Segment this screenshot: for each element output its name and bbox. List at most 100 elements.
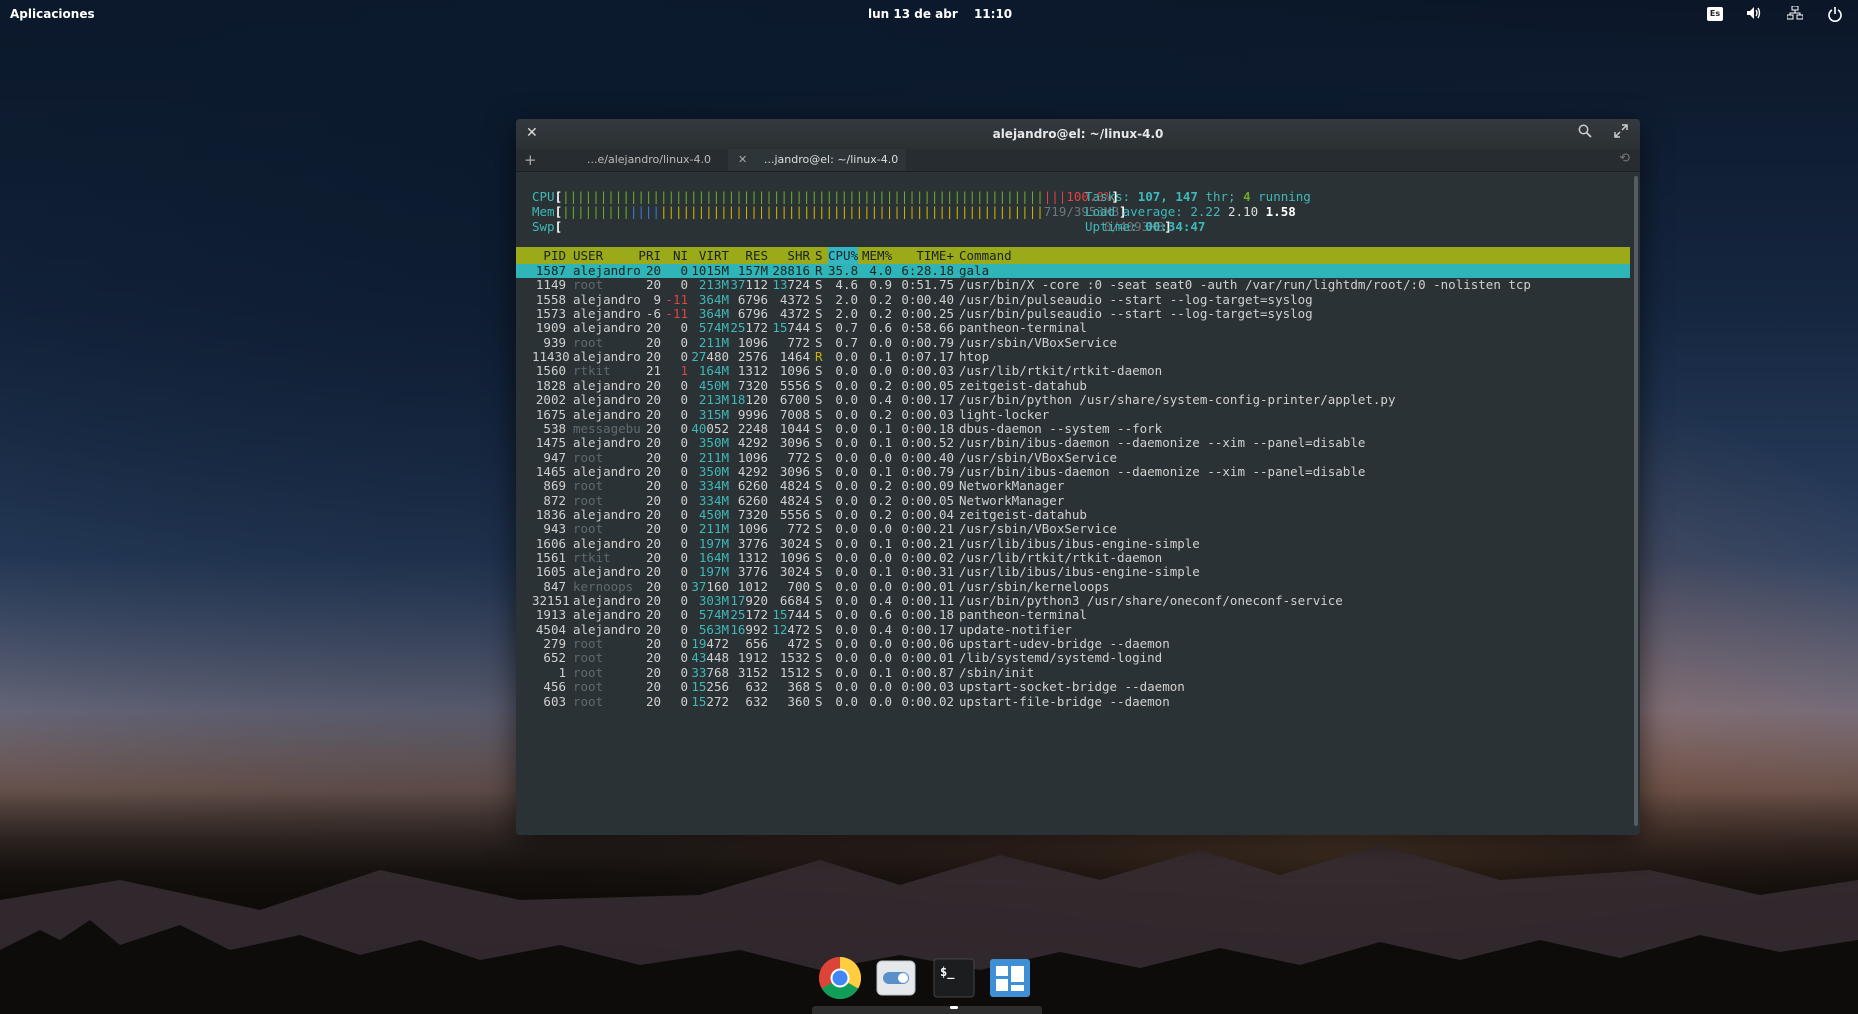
cell-cmd: /usr/bin/python /usr/share/system-config… [959, 392, 1396, 408]
process-row[interactable]: 32151 alejandro 20 0 303M 17920 6684 S 0.0 0.4 0:0… [516, 594, 1630, 608]
uptime-value: 00:34:47 [1145, 219, 1206, 234]
process-row[interactable]: 603 root 20 0 15272 632 360 S 0.0 0.0 0:00.02 upsta… [516, 694, 1630, 709]
network-icon[interactable] [1786, 5, 1804, 22]
load-5: 2.10 [1228, 204, 1259, 219]
process-row[interactable]: 1560 rtkit 21 1 164M 1312 1096 S 0.0 0.0 0:00.03/u… [516, 364, 1630, 378]
cell-virt: 350M [698, 435, 729, 451]
process-row[interactable]: 1606 alejandro 20 0 197M 3776 3024 S 0.0 0.1 0:00.… [516, 535, 1630, 551]
cell-time: 0:00.06 [901, 636, 954, 652]
cell-pid: 1149 [535, 277, 566, 293]
volume-icon[interactable] [1745, 6, 1763, 22]
process-row[interactable]: 1 root 20 0 33768 3152 1512 S 0.0 0.1 0:00.87/sbin… [516, 664, 1630, 680]
applications-menu[interactable]: Aplicaciones [10, 7, 95, 21]
cpu-label: CPU [532, 189, 555, 204]
column-header-pri[interactable]: PRI [634, 247, 661, 264]
process-row[interactable]: 847 kernoops 20 0 37160 1012 700 S 0.0 0.0 0:00.01… [516, 579, 1630, 594]
keyboard-layout-icon[interactable]: Es [1707, 7, 1723, 21]
cell-pri: 20 [645, 435, 661, 451]
cell-virt: 364M [698, 306, 729, 322]
column-header-cpu[interactable]: CPU% [828, 247, 858, 264]
cell-shr: 28816 [772, 263, 810, 278]
process-row[interactable]: 939 root 20 0 211M 1096 772 S 0.7 0.0 0:00.79/usr/… [516, 334, 1630, 350]
process-row[interactable]: 2002 alejandro 20 0 213M 18120 6700 S 0.0 0.4 0:00… [516, 393, 1630, 407]
process-row[interactable]: 1561 rtkit 20 0 164M 1312 1096 S 0.0 0.0 0:00.02/u… [516, 551, 1630, 565]
process-row[interactable]: 1149 root 20 0 213M 37112 13724 S 4.6 0.9 0:51.75 /… [516, 278, 1630, 292]
column-header-command[interactable]: Command [959, 247, 1159, 264]
process-row[interactable]: 872 root 20 0 334M 6260 4824 S 0.0 0.2 0:00.05 Netw… [516, 492, 1630, 508]
cell-cmd: /usr/bin/X -core :0 -seat seat0 -auth /v… [959, 277, 1531, 293]
cell-res: 16992 [730, 621, 768, 637]
window-titlebar[interactable]: ✕ alejandro@el: ~/linux-4.0 [516, 119, 1640, 149]
cell-res: 1096 [737, 449, 768, 465]
multitasking-view-icon[interactable] [988, 956, 1032, 1000]
process-row[interactable]: 1573 alejandro -6 -11 364M 6796 4372 S 2.0 0.2 0:0… [516, 307, 1630, 321]
column-header-shr[interactable]: SHR [770, 247, 810, 264]
cell-s: S [815, 320, 823, 336]
cell-ni: -11 [665, 291, 688, 307]
process-row[interactable]: 1558 alejandro 9 -11 364M 6796 4372 S 2.0 0.2 0:00… [516, 291, 1630, 307]
process-row[interactable]: 279 root 20 0 19472 656 472 S 0.0 0.0 0:00.06 upsta… [516, 637, 1630, 651]
clock[interactable]: lun 13 de abr 11:10 [868, 7, 1012, 21]
maximize-icon[interactable] [1614, 124, 1628, 142]
cell-shr: 7008 [779, 406, 810, 422]
column-header-virt[interactable]: VIRT [690, 247, 729, 264]
cell-time: 0:00.02 [901, 550, 954, 565]
chrome-icon[interactable] [818, 956, 862, 1000]
history-icon[interactable]: ⟲ [1619, 151, 1630, 166]
process-row[interactable]: 1836 alejandro 20 0 450M 7320 5556 S 0.0 0.2 0:00.… [516, 506, 1630, 522]
cell-res: 25172 [730, 320, 768, 336]
cell-cmd: upstart-file-bridge --daemon [959, 693, 1170, 709]
process-row[interactable]: 538 messagebu 20 0 40052 2248 1044 S 0.0 0.1 0:00.… [516, 421, 1630, 436]
cell-pid: 1913 [535, 607, 566, 623]
search-icon[interactable] [1578, 124, 1592, 142]
switchboard-settings-icon[interactable] [874, 956, 918, 1000]
tab-active-terminal[interactable]: ✕ ...jandro@el: ~/linux-4.0 [728, 149, 906, 171]
cell-cmd: /usr/lib/ibus/ibus-engine-simple [959, 564, 1200, 580]
power-icon[interactable] [1826, 6, 1844, 22]
process-row[interactable]: 1465 alejandro 20 0 350M 4292 3096 S 0.0 0.1 0:00.… [516, 464, 1630, 479]
cell-mem: 0.4 [869, 621, 892, 637]
process-row[interactable]: 869 root 20 0 334M 6260 4824 S 0.0 0.2 0:00.09 Netw… [516, 479, 1630, 493]
process-row[interactable]: 11430 alejandro 20 0 27480 2576 1464 R 0.0 0.1 0:0… [516, 350, 1630, 364]
process-row[interactable]: 1828 alejandro 20 0 450M 7320 5556 S 0.0 0.2 0:00.… [516, 377, 1630, 393]
process-row[interactable]: 947 root 20 0 211M 1096 772 S 0.0 0.0 0:00.40/usr/… [516, 449, 1630, 465]
cell-s: S [815, 535, 823, 551]
terminal-scrollbar[interactable] [1630, 172, 1640, 835]
process-row[interactable]: 4504 alejandro 20 0 563M 16992 12472 S 0.0 0.4 0:0… [516, 621, 1630, 637]
cell-mem: 0.1 [869, 349, 892, 365]
cell-s: S [815, 664, 823, 680]
process-row[interactable]: 456 root 20 0 15256 632 368 S 0.0 0.0 0:00.03 upsta… [516, 680, 1630, 694]
scrollbar-thumb[interactable] [1634, 176, 1638, 826]
process-row[interactable]: 943 root 20 0 211M 1096 772 S 0.0 0.0 0:00.21/usr/… [516, 522, 1630, 536]
column-header-s[interactable]: S [815, 247, 825, 264]
process-row[interactable]: 1913 alejandro 20 0 574M 25172 15744 S 0.0 0.6 0:0… [516, 608, 1630, 622]
process-row[interactable]: 1675 alejandro 20 0 315M 9996 7008 S 0.0 0.2 0:00.… [516, 406, 1630, 422]
process-row[interactable]: 1587 alejandro 20 0 1015M 157M 28816 R 35.8 4.0 6:… [516, 264, 1630, 278]
column-header-pid[interactable]: PID [532, 247, 566, 264]
terminal-icon[interactable]: $_ [932, 956, 976, 1000]
process-row[interactable]: 1475 alejandro 20 0 350M 4292 3096 S 0.0 0.1 0:00.… [516, 436, 1630, 450]
column-header-mem[interactable]: MEM% [862, 247, 892, 264]
process-row[interactable]: 652 root 20 0 43448 1912 1532 S 0.0 0.0 0:00.01/li… [516, 651, 1630, 665]
tab-close-icon[interactable]: ✕ [738, 149, 747, 171]
process-row[interactable]: 1605 alejandro 20 0 197M 3776 3024 S 0.0 0.1 0:00.… [516, 565, 1630, 579]
threads-count: 147 [1175, 189, 1198, 204]
cell-mem: 0.0 [869, 334, 892, 350]
column-header-time[interactable]: TIME+ [900, 247, 954, 264]
tab-linux-source[interactable]: ...e/alejandro/linux-4.0 [556, 149, 743, 171]
process-row[interactable]: 1909 alejandro 20 0 574M 25172 15744 S 0.7 0.6 0:5… [516, 321, 1630, 335]
new-tab-icon[interactable]: + [524, 151, 537, 169]
terminal-body[interactable]: CPU[||||||||||||||||||||||||||||||||||||… [516, 172, 1630, 835]
cell-pri: 20 [645, 492, 661, 508]
column-header-res[interactable]: RES [730, 247, 768, 264]
cell-virt: 315M [698, 406, 729, 422]
cell-cmd: /usr/lib/ibus/ibus-engine-simple [959, 535, 1200, 551]
column-header-user[interactable]: USER [573, 247, 643, 264]
cell-mem: 0.2 [869, 377, 892, 393]
active-app-indicator [950, 1006, 958, 1009]
cell-mem: 0.1 [869, 435, 892, 451]
cell-ni: 0 [680, 650, 688, 666]
column-header-ni[interactable]: NI [664, 247, 688, 264]
cell-user: rtkit [573, 363, 611, 379]
cell-pid: 1836 [535, 506, 566, 522]
